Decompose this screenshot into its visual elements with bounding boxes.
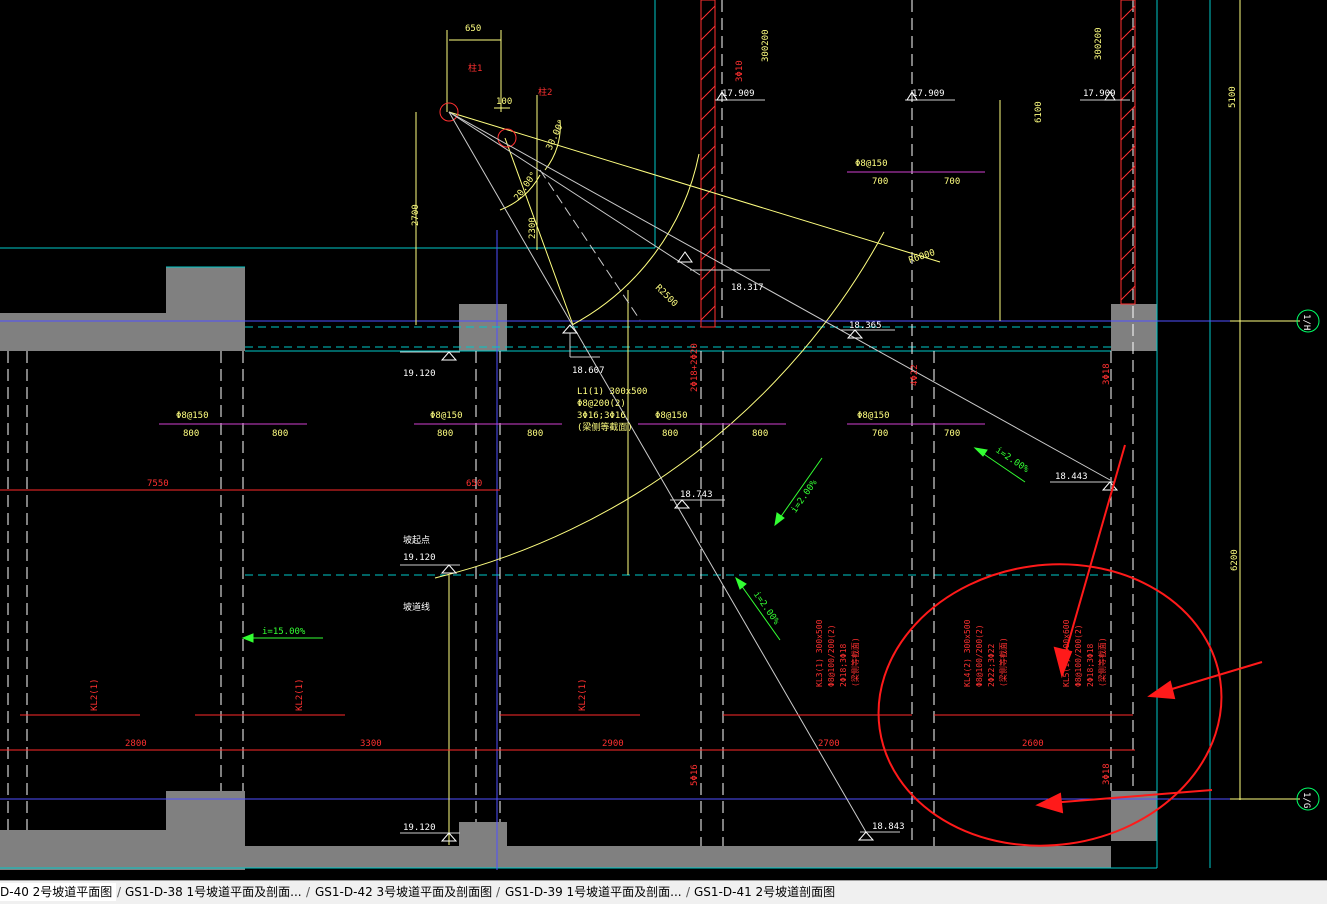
bar-5f16: 5Φ16 <box>690 764 700 786</box>
dim-7550: 7550 <box>147 479 169 489</box>
dim-6100-vert: 6100 <box>1034 101 1044 123</box>
span-800-a: 800 <box>183 429 199 439</box>
axis-label-1g: 1/G <box>1301 792 1311 808</box>
elev-19120-b: 19.120 <box>403 553 436 563</box>
kl2-label-a: KL2(1) <box>90 678 100 711</box>
span-700-top-a: 700 <box>872 177 888 187</box>
elev-19120-a: 19.120 <box>403 369 436 379</box>
kl3-line3: 2Φ18;3Φ18 <box>839 643 848 687</box>
rebar-phi8-2: Φ8@150 <box>176 411 209 421</box>
span-700-b: 700 <box>944 429 960 439</box>
rebar-phi8-5: Φ8@150 <box>857 411 890 421</box>
ramp-line-label: 坡道线 <box>403 601 430 613</box>
beam-l1-line1: L1(1) 300x500 <box>577 387 647 397</box>
dim-650-top: 650 <box>465 24 481 34</box>
tab-d42[interactable]: GS1-D-42 3号坡道平面及剖面图 <box>315 883 495 901</box>
elev-18443: 18.443 <box>1055 472 1088 482</box>
kl4-line4: (梁侧等截面) <box>998 637 1008 687</box>
dim-6200-vert: 6200 <box>1230 549 1240 571</box>
span-800-c: 800 <box>437 429 453 439</box>
tab-d41[interactable]: GS1-D-41 2号坡道剖面图 <box>694 883 839 901</box>
tab-separator: / <box>686 885 691 899</box>
elev-17909-b: 17.909 <box>912 89 945 99</box>
beam-l1-line4: (梁侧等截面) <box>577 421 633 433</box>
label-zhu2: 柱2 <box>538 86 552 98</box>
elev-18607: 18.607 <box>572 366 605 376</box>
dim-650-mid: 650 <box>466 479 482 489</box>
wall-label-a: 300200 <box>761 29 771 62</box>
kl4-line1: KL4(2) 300x500 <box>963 619 972 687</box>
kl5-line4: (梁侧等截面) <box>1097 637 1107 687</box>
tab-separator: / <box>117 885 122 899</box>
dim-2900: 2900 <box>602 739 624 749</box>
kl3-line2: Φ8@100/200(2) <box>827 624 836 687</box>
dim-2000-vert: 2Φ18+2Φ20 <box>690 343 700 392</box>
tab-d39[interactable]: GS1-D-39 1号坡道平面及剖面... <box>505 883 685 901</box>
rebar-phi8-1: Φ8@150 <box>855 159 888 169</box>
dim-2600: 2600 <box>1022 739 1044 749</box>
cad-drawing-canvas[interactable]: 650 100 柱1 柱2 30.00° 20.00° 2700 2300 61… <box>0 0 1327 880</box>
rebar-phi8-4: Φ8@150 <box>655 411 688 421</box>
axis-label-1h: 1/H <box>1301 314 1311 330</box>
tab-d38[interactable]: GS1-D-38 1号坡道平面及剖面... <box>125 883 305 901</box>
span-800-f: 800 <box>752 429 768 439</box>
tab-d40[interactable]: D-40 2号坡道平面图 <box>0 883 116 901</box>
kl5-line2: Φ8@100/200(2) <box>1074 624 1083 687</box>
tab-separator: / <box>496 885 501 899</box>
span-700-top-b: 700 <box>944 177 960 187</box>
span-800-d: 800 <box>527 429 543 439</box>
tab-separator: / <box>306 885 311 899</box>
bar-3f18-b: 3Φ18 <box>1102 763 1112 785</box>
kl4-line3: 2Φ22;3Φ22 <box>987 643 996 687</box>
kl5-line3: 2Φ18;3Φ18 <box>1086 643 1095 687</box>
bar-3f18-a: 3Φ18 <box>1102 363 1112 385</box>
elev-18317: 18.317 <box>731 283 764 293</box>
ramp-start-label: 坡起点 <box>403 534 430 546</box>
wall-label-b: 300200 <box>1094 27 1104 60</box>
dim-2700-vert: 2700 <box>411 204 421 226</box>
kl2-label-b: KL2(1) <box>295 678 305 711</box>
dim-3300: 3300 <box>360 739 382 749</box>
span-800-e: 800 <box>662 429 678 439</box>
slope-15pct: i=15.00% <box>262 627 306 637</box>
kl3-line4: (梁侧等截面) <box>850 637 860 687</box>
span-700-a: 700 <box>872 429 888 439</box>
elev-18743: 18.743 <box>680 490 713 500</box>
bar-label-3f10: 3Φ10 <box>735 60 745 82</box>
kl4-line2: Φ8@100/200(2) <box>975 624 984 687</box>
elev-17909-a: 17.909 <box>722 89 755 99</box>
beam-l1-line2: Φ8@200(2) <box>577 399 626 409</box>
layout-tab-bar: D-40 2号坡道平面图 / GS1-D-38 1号坡道平面及剖面... / G… <box>0 880 1327 904</box>
dim-2800: 2800 <box>125 739 147 749</box>
elev-17909-c: 17.909 <box>1083 89 1116 99</box>
beam-l1-line3: 3Φ16;3Φ16 <box>577 411 626 421</box>
dim-100-top: 100 <box>496 97 512 107</box>
dim-2700-bottom: 2700 <box>818 739 840 749</box>
kl3-line1: KL3(1) 300x500 <box>815 619 824 687</box>
dim-5100-vert: 5100 <box>1228 86 1238 108</box>
elev-18365: 18.365 <box>849 321 882 331</box>
elev-18843: 18.843 <box>872 822 905 832</box>
label-zhu1: 柱1 <box>468 62 482 74</box>
span-800-b: 800 <box>272 429 288 439</box>
elev-19120-c: 19.120 <box>403 823 436 833</box>
bar-4f22: 4Φ22 <box>910 364 920 386</box>
dim-2300-vert: 2300 <box>528 217 538 239</box>
kl2-label-c: KL2(1) <box>578 678 588 711</box>
rebar-phi8-3: Φ8@150 <box>430 411 463 421</box>
